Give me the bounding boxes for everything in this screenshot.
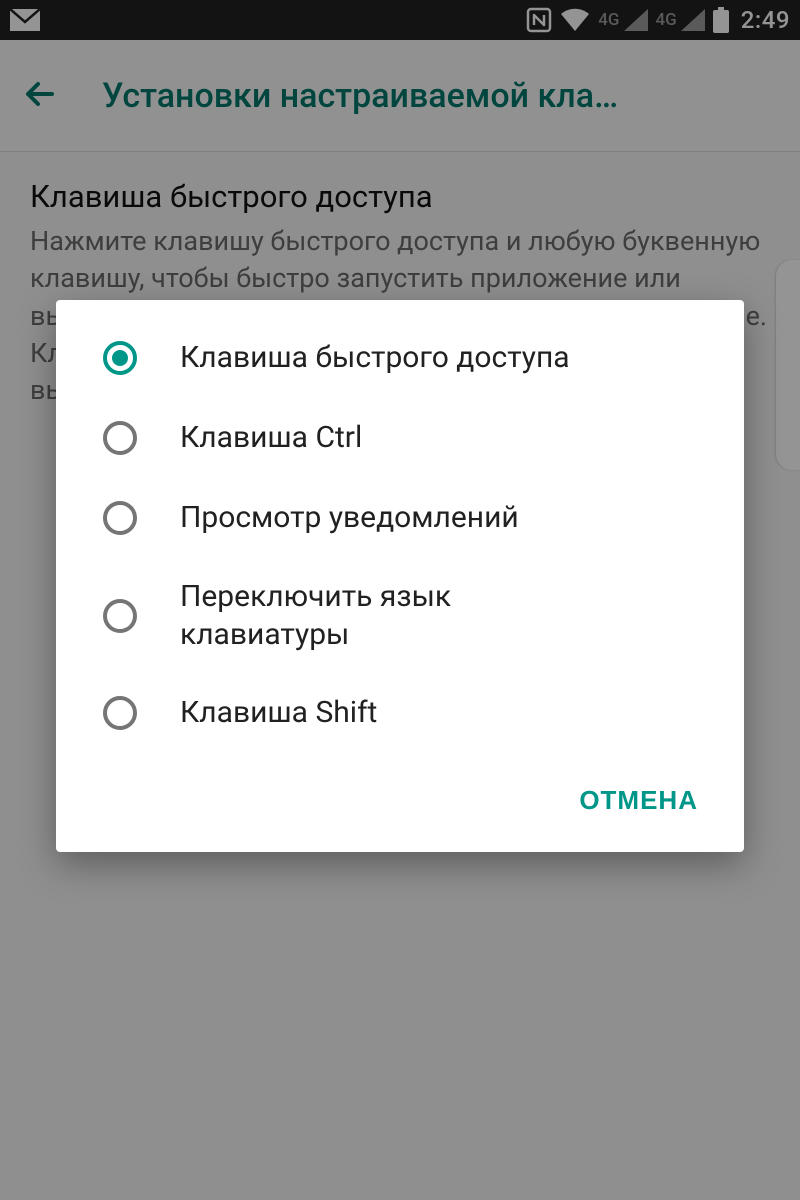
radio-unselected-icon [100,418,140,458]
radio-unselected-icon [100,596,140,636]
radio-unselected-icon [100,498,140,538]
option-label: Клавиша быстрого доступа [180,339,570,377]
radio-unselected-icon [100,693,140,733]
option-label: Переключить язык клавиатуры [180,578,600,653]
option-shortcut-key[interactable]: Клавиша быстрого доступа [56,318,744,398]
radio-selected-icon [100,338,140,378]
option-label: Клавиша Ctrl [180,419,362,457]
dialog-actions: ОТМЕНА [56,753,744,852]
option-view-notifications[interactable]: Просмотр уведомлений [56,478,744,558]
cancel-button[interactable]: ОТМЕНА [563,773,714,828]
option-switch-keyboard-language[interactable]: Переключить язык клавиатуры [56,558,744,673]
option-ctrl-key[interactable]: Клавиша Ctrl [56,398,744,478]
options-list: Клавиша быстрого доступа Клавиша Ctrl Пр… [56,318,744,753]
option-label: Клавиша Shift [180,694,377,732]
screen: 4G 4G 2:49 Установки настраиваемой кла… … [0,0,800,1200]
option-shift-key[interactable]: Клавиша Shift [56,673,744,753]
options-dialog: Клавиша быстрого доступа Клавиша Ctrl Пр… [56,300,744,852]
option-label: Просмотр уведомлений [180,499,519,537]
